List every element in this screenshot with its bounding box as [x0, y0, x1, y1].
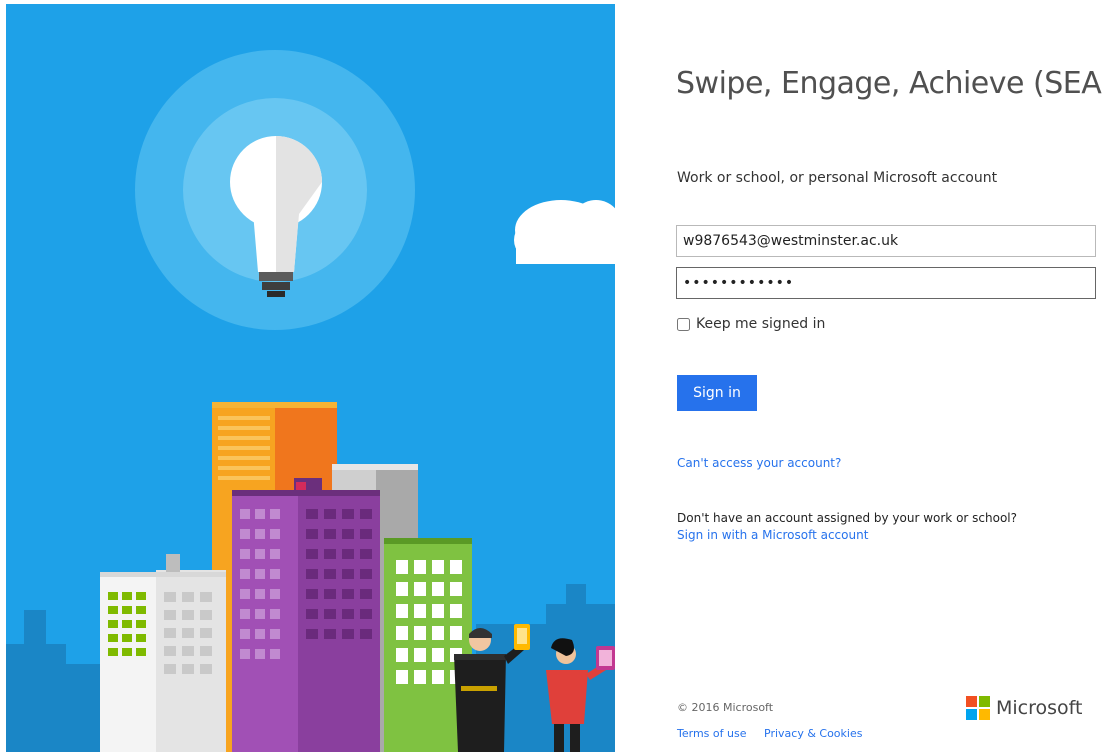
copyright-text: © 2016 Microsoft	[677, 701, 774, 714]
lightbulb-icon	[135, 50, 415, 330]
account-label: Work or school, or personal Microsoft ac…	[677, 170, 998, 186]
microsoft-wordmark: Microsoft	[996, 697, 1083, 719]
illustration-panel	[6, 4, 615, 752]
sign-in-button[interactable]: Sign in	[677, 375, 757, 411]
password-input[interactable]	[676, 267, 1096, 299]
keep-signed-in-label: Keep me signed in	[696, 316, 826, 332]
microsoft-logo: Microsoft	[966, 696, 1082, 720]
page-title: Swipe, Engage, Achieve (SEA)	[676, 66, 1103, 101]
keep-signed-in-checkbox[interactable]	[677, 317, 690, 331]
purple-building	[232, 478, 380, 752]
sign-in-microsoft-account-link[interactable]: Sign in with a Microsoft account	[677, 528, 868, 542]
terms-of-use-link[interactable]: Terms of use	[677, 727, 746, 740]
white-building	[100, 554, 226, 752]
no-account-text: Don't have an account assigned by your w…	[677, 511, 1018, 525]
keep-signed-in[interactable]: Keep me signed in	[677, 316, 825, 332]
privacy-cookies-link[interactable]: Privacy & Cookies	[764, 727, 862, 740]
cant-access-account-link[interactable]: Can't access your account?	[677, 456, 841, 470]
email-input[interactable]	[676, 225, 1096, 257]
cloud-icon	[514, 200, 615, 264]
sign-in-panel: Swipe, Engage, Achieve (SEA) Work or sch…	[676, 0, 1103, 752]
microsoft-logo-icon	[966, 696, 990, 720]
